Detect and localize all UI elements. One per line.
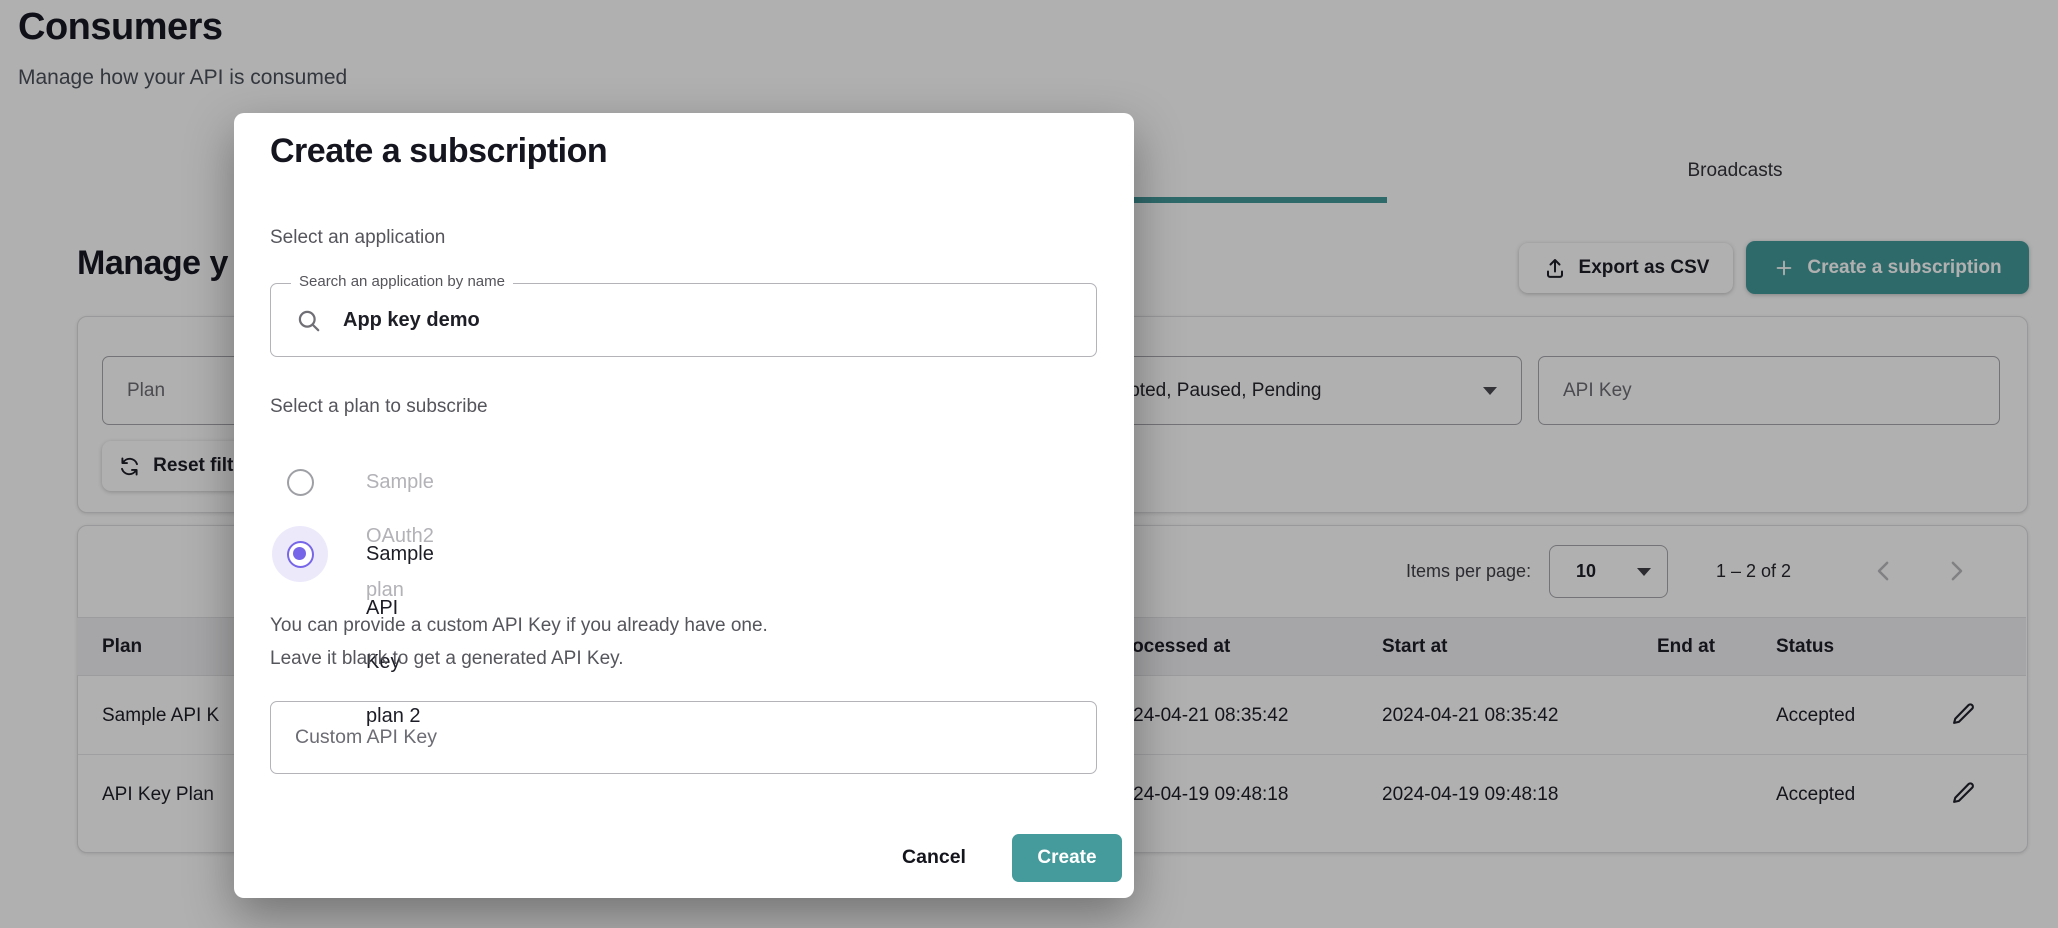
search-icon	[295, 307, 323, 335]
dialog-title: Create a subscription	[270, 132, 607, 171]
help-line-1: You can provide a custom API Key if you …	[270, 609, 768, 642]
create-button[interactable]: Create	[1012, 834, 1122, 882]
select-application-label: Select an application	[270, 227, 445, 249]
application-search-field[interactable]: Search an application by name	[270, 283, 1097, 357]
custom-api-key-field[interactable]	[270, 701, 1097, 774]
custom-key-help-text: You can provide a custom API Key if you …	[270, 609, 768, 675]
plan-option-label: Sample API Key plan 2	[366, 527, 434, 581]
application-search-input[interactable]	[343, 284, 1063, 356]
cancel-button[interactable]: Cancel	[874, 833, 994, 881]
radio-selected-icon[interactable]	[287, 541, 314, 568]
select-plan-label: Select a plan to subscribe	[270, 396, 488, 418]
plan-option-label: Sample OAuth2 plan	[366, 455, 434, 509]
create-subscription-dialog: Create a subscription Select an applicat…	[234, 113, 1134, 898]
custom-api-key-input[interactable]	[295, 702, 1075, 773]
help-line-2: Leave it blank to get a generated API Ke…	[270, 642, 768, 675]
radio-unselected-icon[interactable]	[287, 469, 314, 496]
